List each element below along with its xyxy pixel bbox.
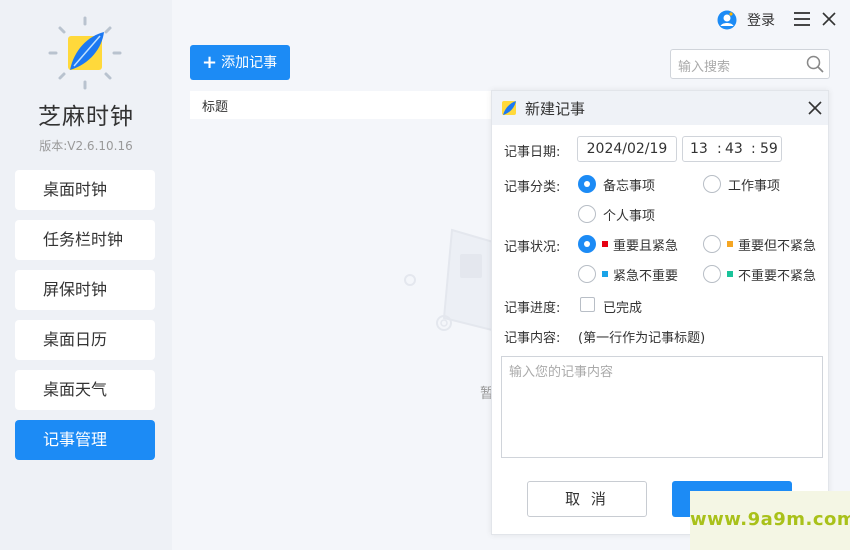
blue-square-icon — [602, 271, 608, 277]
sidebar-item-screensaver-clock[interactable]: 屏保时钟 — [15, 270, 155, 310]
time-second[interactable]: 59 — [760, 137, 778, 161]
time-minute[interactable]: 43 — [725, 137, 743, 161]
time-sep-1: : — [717, 141, 722, 157]
time-hour[interactable]: 13 — [690, 137, 708, 161]
column-title: 标题 — [202, 100, 229, 115]
list-header: 标题 — [190, 91, 495, 119]
category-option-personal[interactable]: 个人事项 — [603, 205, 655, 224]
time-field[interactable]: 13 : 43 : 59 — [682, 136, 782, 162]
status-radio-important-urgent[interactable] — [578, 235, 596, 253]
time-sep-2: : — [751, 141, 756, 157]
dialog-close-icon[interactable] — [808, 101, 822, 115]
user-avatar-icon[interactable] — [717, 10, 737, 30]
search-placeholder: 输入搜索 — [678, 60, 731, 75]
plus-icon: + — [202, 52, 218, 73]
dialog-title: 新建记事 — [525, 100, 586, 118]
version-label: 版本:V2.6.10.16 — [39, 139, 133, 153]
progress-label: 记事进度: — [504, 301, 561, 316]
orange-square-icon — [727, 241, 733, 247]
search-icon[interactable] — [805, 54, 825, 74]
dialog-header: 新建记事 — [492, 91, 828, 125]
login-button[interactable]: 登录 — [747, 10, 775, 30]
category-option-work[interactable]: 工作事项 — [728, 175, 780, 194]
cancel-button[interactable]: 取 消 — [527, 481, 647, 517]
add-note-button[interactable]: + 添加记事 — [190, 45, 290, 80]
add-note-label: 添加记事 — [221, 55, 278, 71]
sidebar: 芝麻时钟 版本:V2.6.10.16 桌面时钟 任务栏时钟 屏保时钟 桌面日历 … — [0, 0, 172, 550]
green-square-icon — [727, 271, 733, 277]
status-option-important-not-urgent[interactable]: 重要但不紧急 — [738, 235, 816, 254]
content-placeholder: 输入您的记事内容 — [509, 365, 614, 380]
category-radio-personal[interactable] — [578, 205, 596, 223]
status-radio-urgent-not-important[interactable] — [578, 265, 596, 283]
dialog-app-icon — [502, 101, 516, 115]
search-input[interactable]: 输入搜索 — [670, 49, 830, 79]
completed-checkbox[interactable] — [580, 297, 595, 312]
app-name: 芝麻时钟 — [38, 104, 134, 130]
red-square-icon — [602, 241, 608, 247]
status-radio-important-not-urgent[interactable] — [703, 235, 721, 253]
app-logo-icon — [48, 16, 122, 90]
sidebar-item-desktop-calendar[interactable]: 桌面日历 — [15, 320, 155, 360]
status-radio-not-important-not-urgent[interactable] — [703, 265, 721, 283]
sidebar-item-desktop-weather[interactable]: 桌面天气 — [15, 370, 155, 410]
content-textarea[interactable]: 输入您的记事内容 — [501, 356, 823, 458]
watermark: www.9a9m.com — [690, 491, 850, 550]
date-field[interactable]: 2024/02/19 — [577, 136, 677, 162]
menu-icon[interactable] — [794, 12, 810, 26]
status-option-important-urgent[interactable]: 重要且紧急 — [613, 235, 678, 254]
completed-label[interactable]: 已完成 — [603, 297, 642, 316]
close-icon[interactable] — [822, 12, 836, 26]
date-label: 记事日期: — [504, 145, 561, 160]
new-note-dialog: 新建记事 记事日期: 2024/02/19 13 : 43 : 59 记事分类:… — [491, 90, 829, 535]
category-radio-work[interactable] — [703, 175, 721, 193]
content-label: 记事内容: — [504, 331, 561, 346]
content-hint: (第一行作为记事标题) — [578, 331, 706, 346]
status-option-urgent-not-important[interactable]: 紧急不重要 — [613, 265, 678, 284]
category-option-memo[interactable]: 备忘事项 — [603, 175, 655, 194]
category-label: 记事分类: — [504, 180, 561, 195]
sidebar-item-desktop-clock[interactable]: 桌面时钟 — [15, 170, 155, 210]
category-radio-memo[interactable] — [578, 175, 596, 193]
status-option-not-important-not-urgent[interactable]: 不重要不紧急 — [738, 265, 816, 284]
status-label: 记事状况: — [504, 240, 561, 255]
sidebar-item-taskbar-clock[interactable]: 任务栏时钟 — [15, 220, 155, 260]
watermark-text: www.9a9m.com — [690, 509, 850, 530]
sidebar-item-notes[interactable]: 记事管理 — [15, 420, 155, 460]
